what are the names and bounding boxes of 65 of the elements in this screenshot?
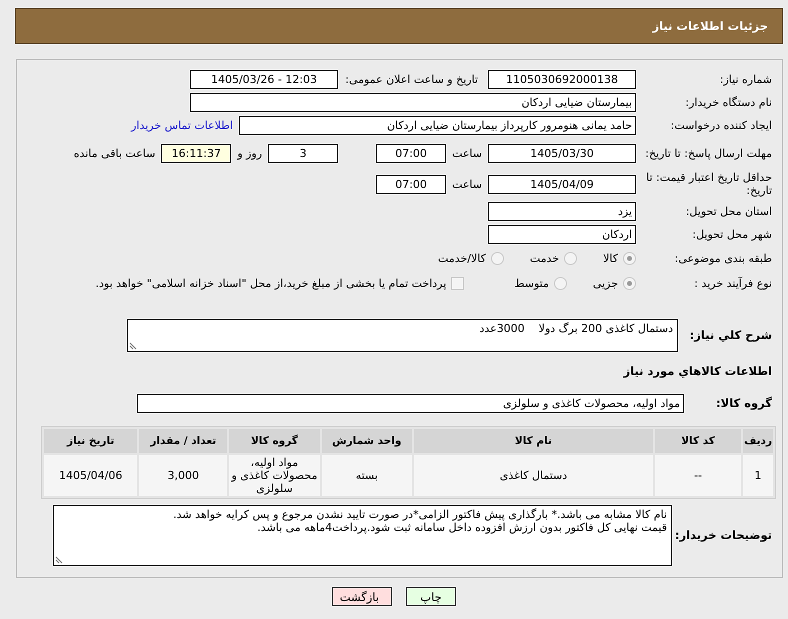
column-header: واحد شمارش (322, 429, 412, 453)
table-cell: دستمال کاغذی (414, 455, 654, 496)
field-label: تاریخ و ساعت اعلان عمومی: (344, 72, 478, 86)
radio-label: خدمت (530, 252, 560, 264)
field-label: حداقل تاریخ اعتبار قیمت: تا تاریخ: (645, 171, 773, 197)
column-header: نام کالا (414, 429, 654, 453)
field-label: ساعت (452, 146, 482, 160)
field-label: شهر محل تحویل: (691, 228, 773, 240)
field-label: ساعت (452, 178, 482, 190)
field-label: استان محل تحویل: (684, 204, 773, 218)
radio-button[interactable] (490, 252, 504, 264)
radio-label: کالا (603, 252, 618, 264)
date-field[interactable]: 1405/03/30 (488, 144, 636, 162)
section-heading: اطلاعات کالاهاي مورد نياز (624, 364, 773, 378)
table-cell: 1405/04/06 (44, 455, 138, 496)
column-header: ردیف (743, 429, 773, 453)
table-cell: 1 (743, 455, 773, 496)
table-cell: 3,000 (139, 455, 228, 496)
field-label: روز و (237, 146, 262, 160)
buyer-org-field[interactable]: بیمارستان ضیایی اردکان (190, 92, 636, 112)
time-field[interactable]: 07:00 (376, 144, 446, 162)
buyer-contact-link[interactable]: اطلاعات تماس خریدار (131, 118, 233, 132)
field-label: نوع فرآیند خرید : (693, 276, 773, 290)
days-field[interactable]: 3 (268, 144, 338, 162)
radio-button[interactable] (554, 276, 567, 290)
province-field[interactable]: یزد (488, 202, 636, 220)
checkbox-label: پرداخت تمام یا بخشی از مبلغ خرید،از محل "اسناد خزانه اسلامی" خواهد بود. (96, 276, 446, 290)
resize-grip-icon[interactable] (55, 556, 63, 564)
city-field[interactable]: اردکان (488, 224, 636, 244)
table-cell: -- (655, 455, 742, 496)
requester-field[interactable]: حامد یمانی هنومرور کارپرداز بیمارستان ضیایی اردکان (239, 116, 636, 134)
field-label: طبقه بندی موضوعی: (674, 252, 773, 264)
radio-label: متوسط (514, 276, 549, 290)
column-header: کد کالا (655, 429, 742, 453)
field-label: توضیحات خریدار: (674, 529, 773, 542)
print-button[interactable]: چاپ (406, 587, 456, 606)
column-header: گروه کالا (229, 429, 320, 453)
table-cell: مواد اولیه، محصولات کاغذی و سلولزی (229, 455, 320, 496)
field-label: مهلت ارسال پاسخ: تا تاریخ: (644, 146, 773, 160)
field-label: شماره نیاز: (718, 72, 773, 86)
field-label: شرح کلي نياز: (688, 329, 773, 342)
field-label: نام دستگاه خریدار: (684, 96, 773, 108)
resize-grip-icon[interactable] (129, 342, 137, 350)
page-title: جزئیات اطلاعات نیاز (652, 19, 768, 33)
time-field[interactable]: 07:00 (376, 174, 446, 194)
field-label: ایجاد کننده درخواست: (670, 118, 773, 132)
table-cell: بسته (322, 455, 412, 496)
date-field[interactable]: 1405/04/09 (488, 174, 636, 194)
radio-button[interactable] (623, 252, 636, 264)
radio-button[interactable] (623, 276, 636, 290)
field-label: گروه کالا: (715, 396, 773, 410)
field-label: ساعت باقی مانده (74, 146, 156, 160)
column-header: تعداد / مقدار (139, 429, 228, 453)
goods-group-field[interactable]: مواد اولیه، محصولات کاغذی و سلولزی (137, 394, 684, 412)
checkbox[interactable] (451, 276, 464, 290)
remaining-time-field[interactable]: 16:11:37 (161, 144, 232, 162)
buyer-notes-field[interactable]: نام کالا مشابه می باشد.* بارگذاری پیش فاکتور الزامی*در صورت تایید نشدن مرجوع و پس کرایه خواهد شد. قیمت نهایی کل فاکتور بدون ارزش افزوده داخل سامانه ثبت شود.پرداخت4ماهه می باشد. (53, 505, 672, 566)
radio-label: کالا/خدمت (438, 252, 486, 264)
need-number-field[interactable]: 1105030692000138 (488, 70, 636, 88)
announce-date-field[interactable]: 1405/03/26 - 12:03 (190, 70, 338, 88)
column-header: تاریخ نیاز (44, 429, 138, 453)
radio-label: جزیی (592, 276, 618, 290)
back-button[interactable]: بازگشت (332, 587, 392, 606)
description-field[interactable]: دستمال کاغذی 200 برگ دولا 3000عدد (127, 319, 678, 352)
radio-button[interactable] (564, 252, 578, 264)
